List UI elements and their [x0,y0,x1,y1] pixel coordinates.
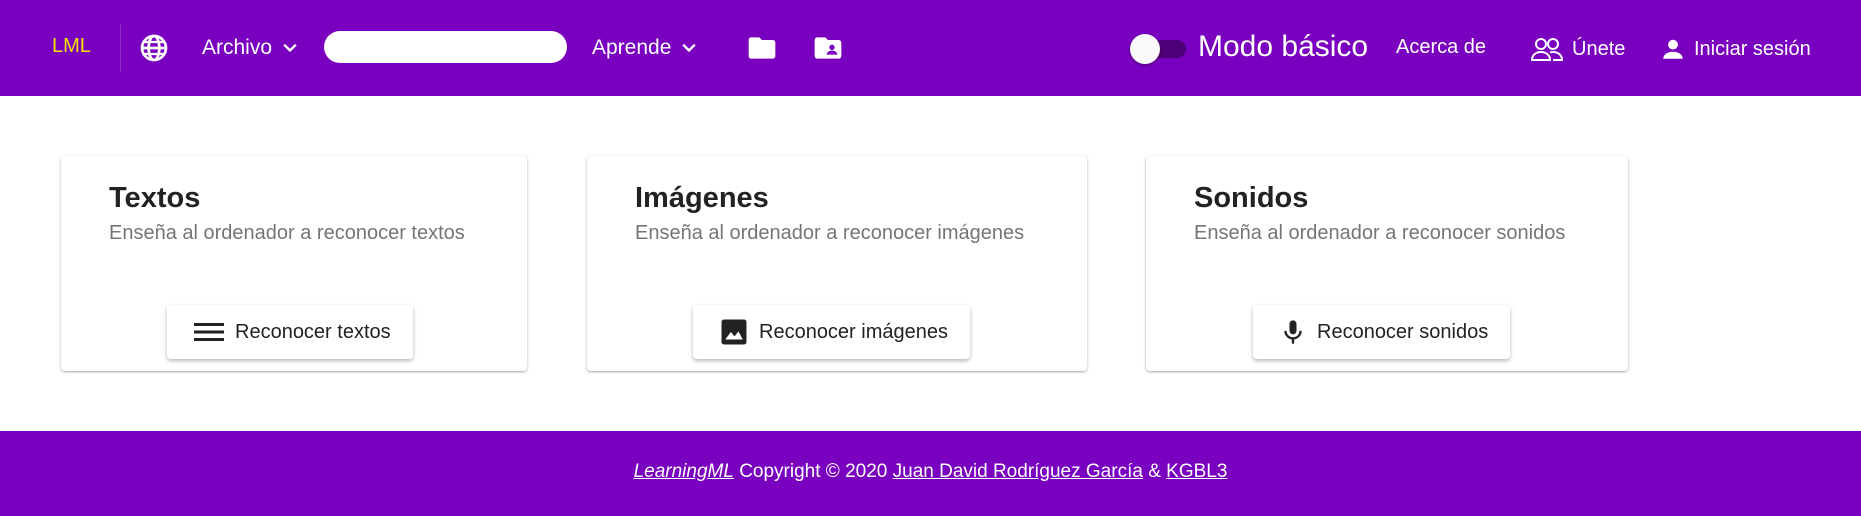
recognize-images-button[interactable]: Reconocer imágenes [693,305,970,359]
chevron-down-icon [682,43,697,53]
card-title: Sonidos [1194,182,1309,214]
about-link[interactable]: Acerca de [1396,36,1486,59]
image-icon [721,319,747,345]
person-icon [1663,39,1683,59]
join-link-label: Únete [1572,37,1626,60]
chevron-down-icon [283,43,297,53]
button-label: Reconocer imágenes [759,320,948,343]
search-input[interactable] [324,31,567,63]
toggle-thumb [1130,34,1160,64]
card-subtitle: Enseña al ordenador a reconocer textos [109,222,465,244]
microphone-icon [1284,320,1302,344]
card-title: Imágenes [635,182,769,214]
lines-icon [194,323,224,341]
ampersand-text: & [1142,460,1167,482]
globe-icon[interactable] [138,32,170,64]
login-link-label: Iniciar sesión [1694,37,1811,60]
card-sonidos: Sonidos Enseña al ordenador a reconocer … [1146,156,1628,371]
author-link[interactable]: Juan David Rodríguez García [893,461,1143,483]
aprende-menu-label: Aprende [592,36,672,59]
archivo-menu[interactable]: Archivo [202,32,300,64]
group-icon [1530,38,1564,61]
top-app-bar: LML Archivo Aprende Modo básico Acerca d… [0,0,1861,96]
app-logo[interactable]: LML [52,35,91,58]
card-subtitle: Enseña al ordenador a reconocer imágenes [635,222,1025,244]
header-divider [120,24,121,72]
button-label: Reconocer textos [235,320,391,343]
copyright-text: Copyright © 2020 [733,460,893,482]
card-imagenes: Imágenes Enseña al ordenador a reconocer… [587,156,1087,371]
basic-mode-toggle[interactable] [1130,34,1188,64]
kgbl3-link[interactable]: KGBL3 [1166,461,1227,483]
button-label: Reconocer sonidos [1317,320,1489,343]
page: LML Archivo Aprende Modo básico Acerca d… [0,0,1861,516]
archivo-menu-label: Archivo [202,36,273,59]
basic-mode-label: Modo básico [1198,30,1369,63]
learningml-link[interactable]: LearningML [634,461,734,483]
folder-account-icon[interactable] [812,32,844,64]
login-link[interactable]: Iniciar sesión [1660,36,1811,62]
card-title: Textos [109,182,201,214]
recognize-texts-button[interactable]: Reconocer textos [167,305,413,359]
recognize-sounds-button[interactable]: Reconocer sonidos [1253,305,1511,359]
folder-icon[interactable] [746,32,778,64]
footer: LearningML Copyright © 2020 Juan David R… [0,431,1861,516]
card-subtitle: Enseña al ordenador a reconocer sonidos [1194,222,1566,244]
about-link-label: Acerca de [1396,36,1487,58]
card-textos: Textos Enseña al ordenador a reconocer t… [61,156,527,371]
join-link[interactable]: Únete [1530,36,1625,62]
aprende-menu[interactable]: Aprende [592,32,699,64]
